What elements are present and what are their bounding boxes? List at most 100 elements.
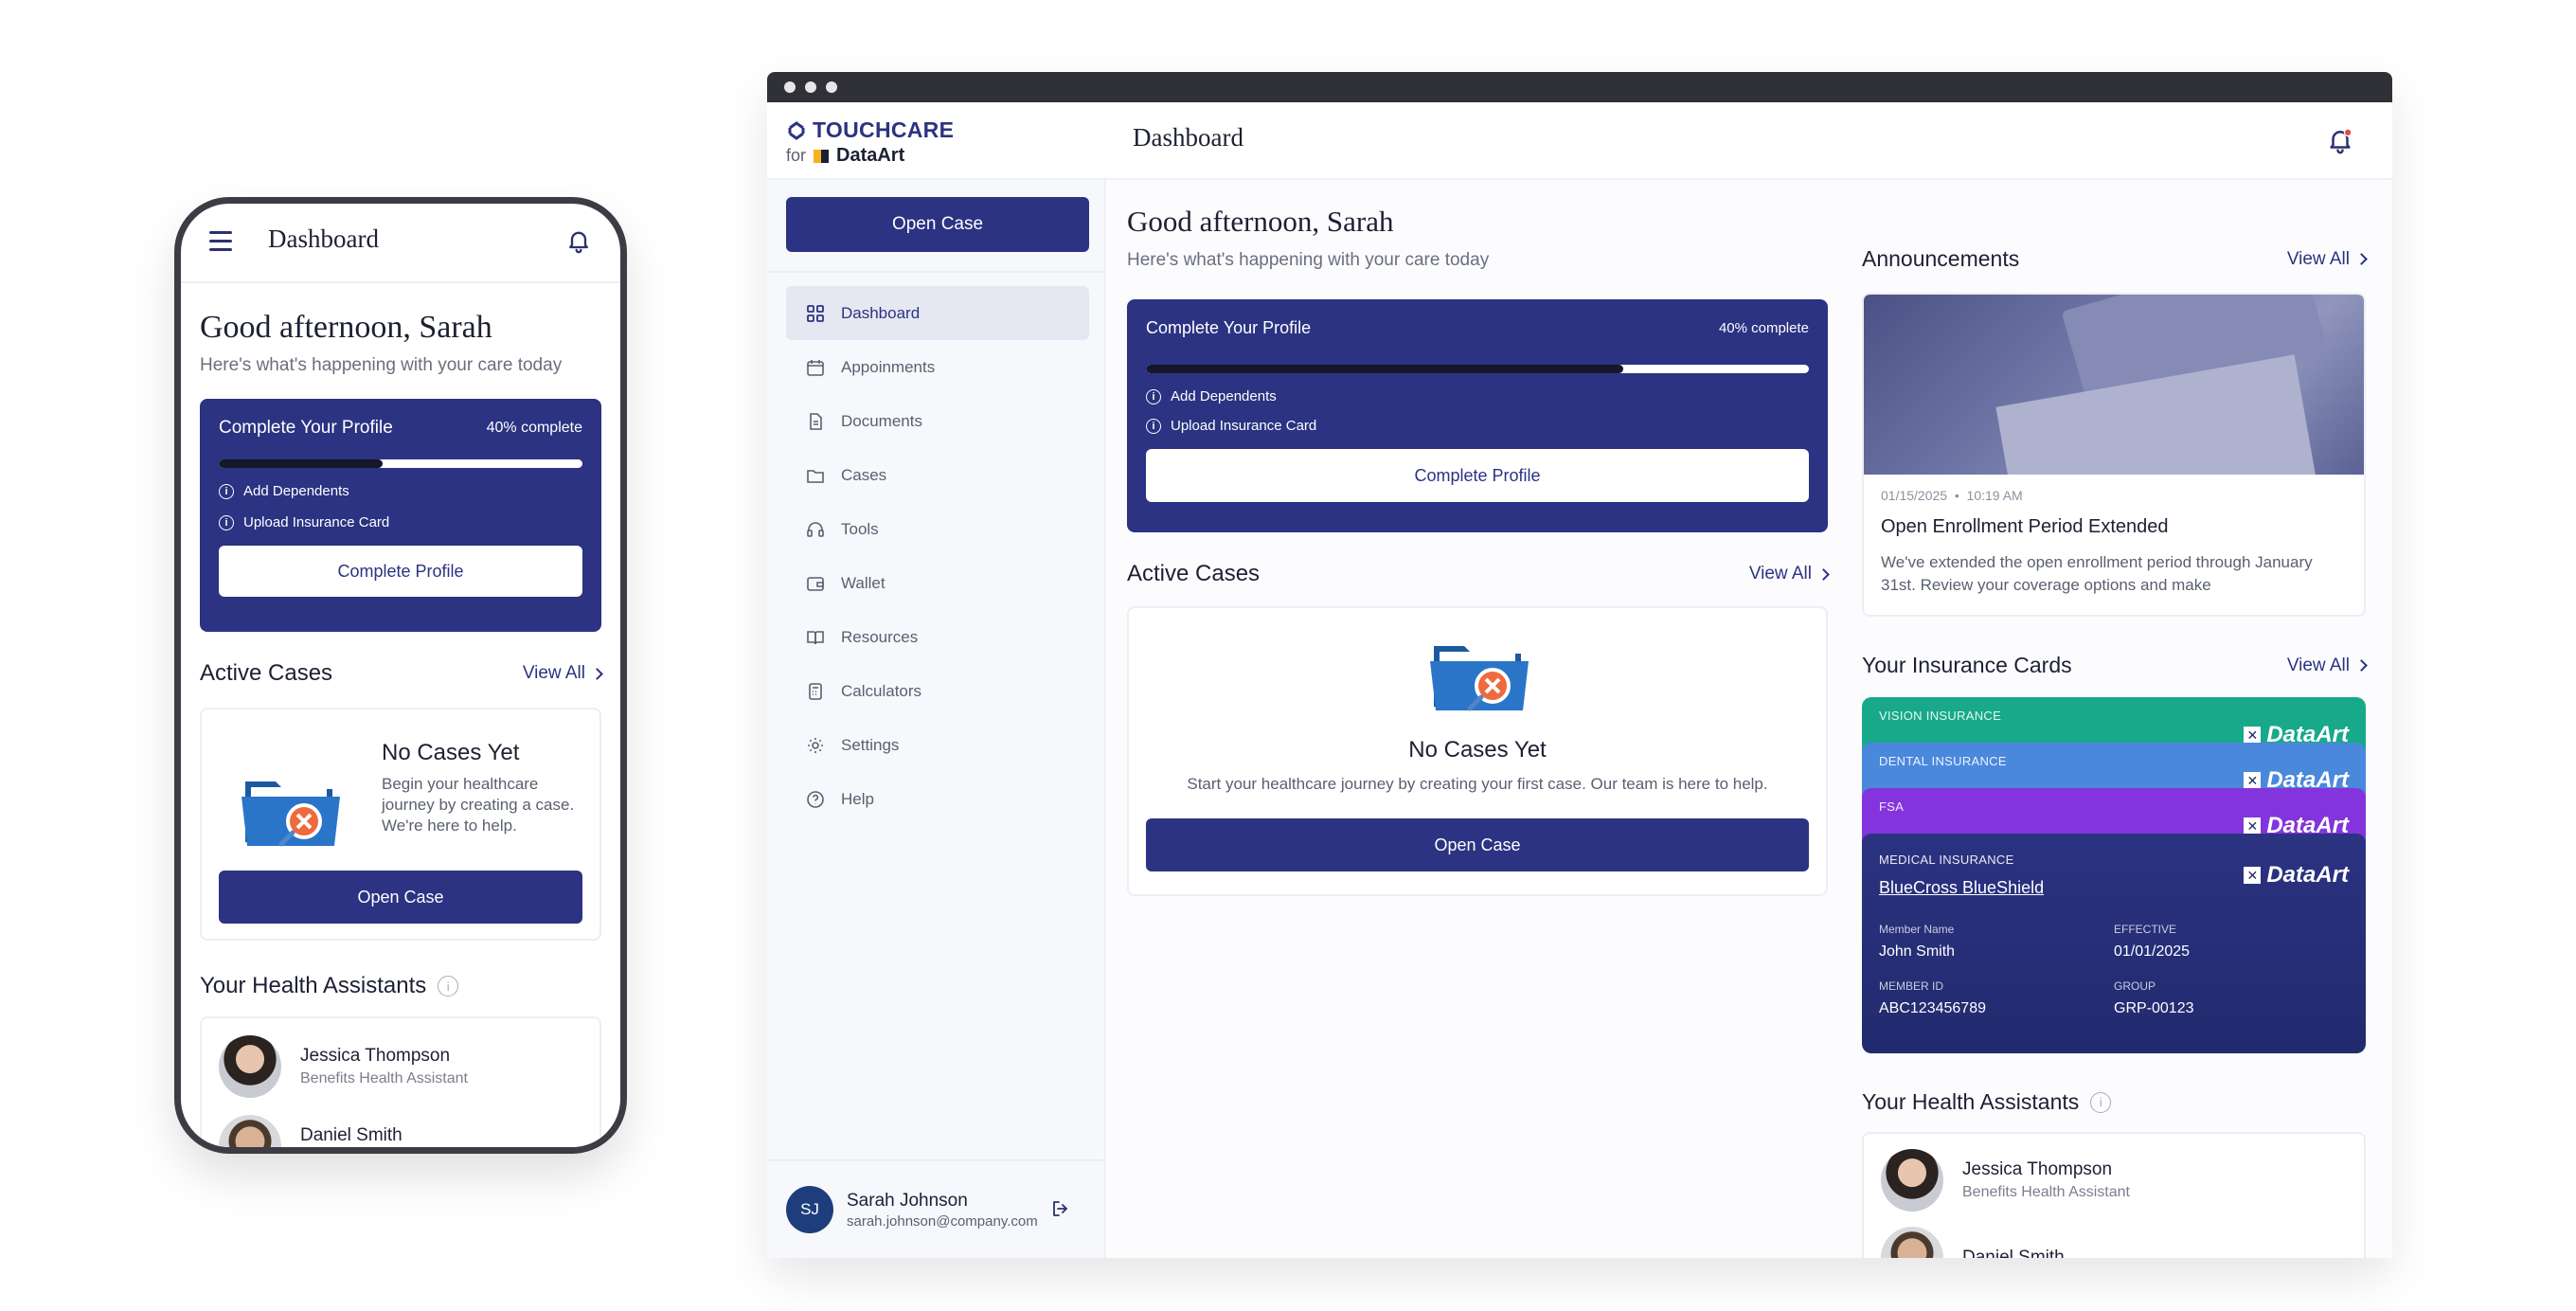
- member-id: ABC123456789: [1879, 1000, 1986, 1016]
- window-control[interactable]: [826, 81, 837, 93]
- folder-icon: [807, 469, 824, 483]
- sidebar-item-tools[interactable]: Tools: [786, 502, 1089, 556]
- announcement-card[interactable]: 01/15/2025 • 10:19 AM Open Enrollment Pe…: [1862, 293, 2366, 617]
- greeting: Good afternoon, Sarah: [200, 310, 492, 345]
- health-assistants-list: Jessica Thompson Benefits Health Assista…: [1862, 1132, 2366, 1258]
- empty-state-text: Begin your healthcare journey by creatin…: [382, 775, 575, 835]
- sidebar-item-cases[interactable]: Cases: [786, 448, 1089, 502]
- bell-icon[interactable]: [2326, 125, 2354, 155]
- view-all-link[interactable]: View All: [2286, 655, 2368, 676]
- active-cases-card: No Cases Yet Start your healthcare journ…: [1127, 606, 1828, 896]
- profile-progress-fill: [219, 459, 383, 468]
- sidebar-item-label: Cases: [841, 465, 887, 484]
- mobile-device: Dashboard Good afternoon, Sarah Here's w…: [174, 197, 627, 1154]
- dataart-logo-icon: ✕: [2244, 867, 2262, 884]
- field-label: Member Name: [1879, 923, 1955, 936]
- view-all-label: View All: [2286, 655, 2350, 675]
- hamburger-menu-icon[interactable]: [209, 231, 232, 251]
- avatar: [1881, 1227, 1943, 1258]
- divider: [767, 271, 1104, 273]
- headset-icon: [807, 521, 824, 537]
- bell-icon[interactable]: [565, 226, 592, 255]
- sidebar-item-settings[interactable]: Settings: [786, 718, 1089, 772]
- open-case-button[interactable]: Open Case: [219, 871, 582, 924]
- greeting-subtitle: Here's what's happening with your care t…: [1127, 250, 1490, 270]
- book-icon: [807, 630, 824, 644]
- view-all-link[interactable]: View All: [2286, 248, 2368, 270]
- card-logo-text: DataArt: [2266, 862, 2349, 888]
- assistant-name: Daniel Smith: [300, 1125, 402, 1145]
- medical-insurance-card[interactable]: MEDICAL INSURANCE ✕ DataArt BlueCross Blu…: [1862, 834, 2366, 1053]
- task-item[interactable]: i Add Dependents: [1146, 388, 1809, 404]
- sidebar-item-label: Appoinments: [841, 357, 936, 376]
- user-profile[interactable]: SJ Sarah Johnson sarah.johnson@company.c…: [767, 1159, 1104, 1258]
- info-icon[interactable]: i: [438, 976, 459, 997]
- sidebar-item-label: Tools: [841, 519, 879, 538]
- section-title: Your Health Assistants: [1862, 1089, 2080, 1114]
- view-all-label: View All: [522, 663, 585, 683]
- sidebar-item-resources[interactable]: Resources: [786, 610, 1089, 664]
- health-assistants-header: Your Health Assistants i: [1862, 1089, 2366, 1115]
- sidebar-item-calculators[interactable]: Calculators: [786, 664, 1089, 718]
- view-all-link[interactable]: View All: [1749, 564, 1830, 584]
- info-icon: i: [1146, 388, 1161, 404]
- complete-profile-button[interactable]: Complete Profile: [219, 546, 582, 597]
- sidebar-item-label: Settings: [841, 735, 900, 754]
- assistant-item[interactable]: Daniel Smith Primary Care Physician: [219, 1115, 582, 1147]
- task-label: Upload Insurance Card: [243, 514, 390, 530]
- brand-logo[interactable]: TOUCHCARE for DataArt: [786, 117, 954, 167]
- task-item[interactable]: i Upload Insurance Card: [219, 514, 582, 530]
- logout-icon[interactable]: [1049, 1197, 1072, 1220]
- open-case-button[interactable]: Open Case: [1146, 818, 1809, 871]
- sidebar-item-wallet[interactable]: Wallet: [786, 556, 1089, 610]
- info-icon[interactable]: i: [2090, 1091, 2112, 1113]
- task-item[interactable]: i Upload Insurance Card: [1146, 418, 1809, 434]
- insurance-cards-header: Your Insurance Cards View All: [1862, 653, 2368, 678]
- assistant-item[interactable]: Daniel Smith: [1881, 1227, 2347, 1258]
- profile-card-title: Complete Your Profile: [1146, 318, 1312, 337]
- open-case-button[interactable]: Open Case: [786, 197, 1089, 252]
- task-item[interactable]: i Add Dependents: [219, 483, 582, 499]
- chevron-right-icon: [1817, 567, 1830, 581]
- card-logo: ✕ DataArt: [2244, 862, 2349, 889]
- sidebar: Open Case Dashboard Appoinments Document…: [767, 180, 1106, 1258]
- assistant-role: Benefits Health Assistant: [300, 1070, 468, 1087]
- section-title: Active Cases: [1127, 561, 1261, 586]
- dataart-logo-icon: ✕: [2244, 727, 2262, 744]
- sidebar-item-dashboard[interactable]: Dashboard: [786, 286, 1089, 340]
- announcement-text: We've extended the open enrollment perio…: [1881, 553, 2313, 594]
- chevron-right-icon: [591, 667, 603, 680]
- touchcare-logo-icon: [788, 120, 805, 140]
- sidebar-item-help[interactable]: Help: [786, 772, 1089, 826]
- view-all-label: View All: [2286, 248, 2350, 269]
- calculator-icon: [809, 682, 822, 700]
- complete-profile-button[interactable]: Complete Profile: [1146, 449, 1809, 502]
- calendar-icon: [807, 359, 824, 376]
- card-type: VISION INSURANCE: [1879, 709, 2002, 723]
- assistant-item[interactable]: Jessica Thompson Benefits Health Assista…: [1881, 1149, 2347, 1212]
- task-label: Add Dependents: [1171, 388, 1277, 404]
- assistant-item[interactable]: Jessica Thompson Benefits Health Assista…: [219, 1035, 582, 1098]
- window-titlebar: [767, 72, 2392, 102]
- desktop-window: TOUCHCARE for DataArt Dashboard Open Cas…: [767, 72, 2392, 1258]
- user-name: Sarah Johnson: [847, 1190, 968, 1211]
- sidebar-item-label: Wallet: [841, 573, 886, 592]
- announcement-meta: 01/15/2025 • 10:19 AM: [1881, 488, 2023, 503]
- brand-partner: DataArt: [836, 145, 905, 166]
- assistant-role: Benefits Health Assistant: [1962, 1184, 2130, 1200]
- page-title: Dashboard: [268, 224, 379, 253]
- health-assistants-list: Jessica Thompson Benefits Health Assista…: [200, 1016, 601, 1147]
- view-all-link[interactable]: View All: [522, 663, 603, 684]
- avatar: SJ: [786, 1186, 833, 1233]
- window-control[interactable]: [784, 81, 796, 93]
- sidebar-item-documents[interactable]: Documents: [786, 394, 1089, 448]
- health-assistants-header: Your Health Assistants i: [200, 973, 601, 999]
- sidebar-item-label: Documents: [841, 411, 922, 430]
- complete-profile-card: Complete Your Profile 40% complete i Add …: [200, 399, 601, 632]
- effective-date: 01/01/2025: [2114, 943, 2191, 960]
- avatar: [219, 1035, 281, 1098]
- window-control[interactable]: [805, 81, 816, 93]
- sidebar-item-appointments[interactable]: Appoinments: [786, 340, 1089, 394]
- field-label: MEMBER ID: [1879, 979, 1944, 993]
- announcement-title: Open Enrollment Period Extended: [1881, 516, 2169, 537]
